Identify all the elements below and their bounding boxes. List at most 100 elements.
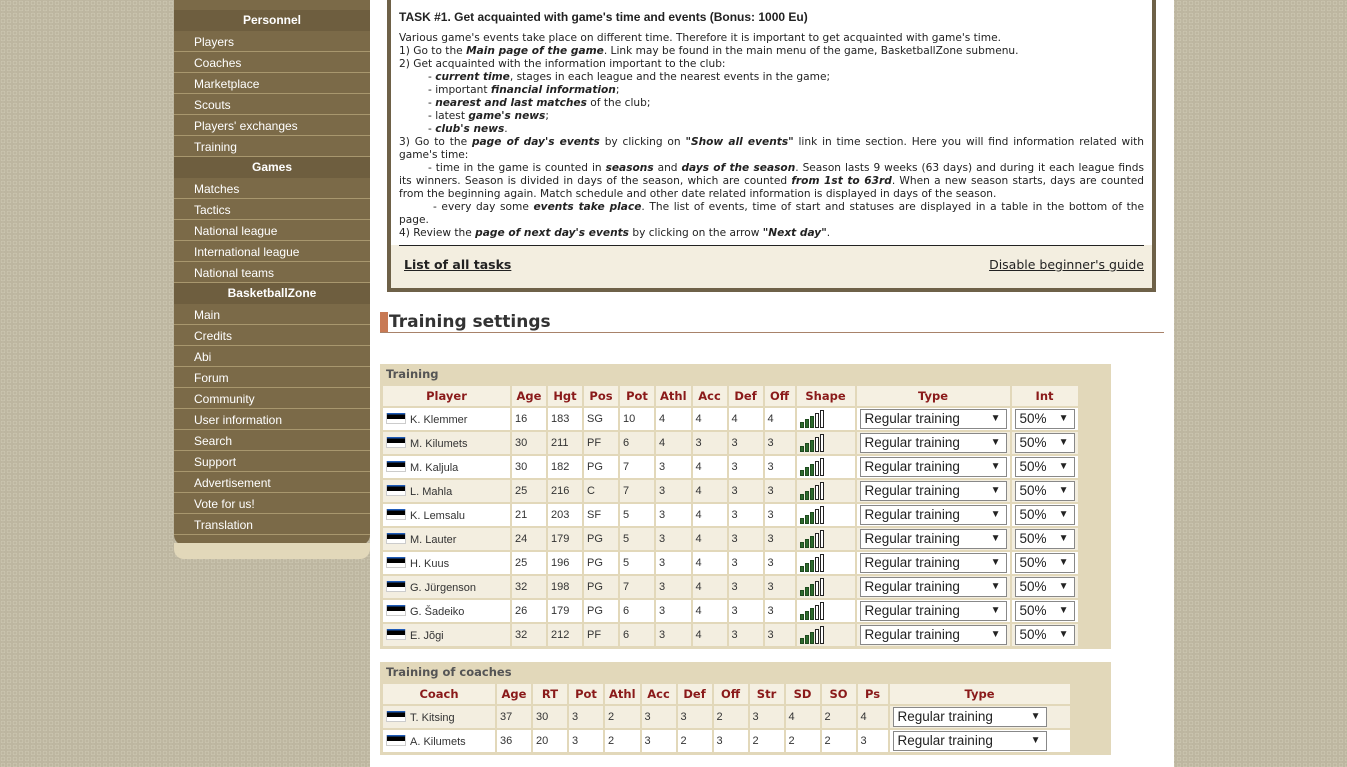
sidebar-item-players[interactable]: Players	[174, 31, 370, 52]
sidebar-item-main[interactable]: Main	[174, 304, 370, 325]
column-header-def[interactable]: Def	[677, 684, 712, 704]
shape-bar	[804, 491, 809, 500]
training-type-select[interactable]: Regular training ▼	[859, 433, 1007, 453]
column-header-age[interactable]: Age	[512, 386, 546, 406]
shape-cell	[796, 600, 855, 622]
player-name[interactable]: H. Kuus	[410, 558, 449, 570]
column-header-off[interactable]: Off	[764, 386, 795, 406]
intensity-select[interactable]: 50% ▼	[1014, 625, 1075, 645]
cell-age: 16	[512, 408, 546, 430]
cell-pot: 7	[620, 456, 654, 478]
player-name[interactable]: K. Lemsalu	[410, 510, 465, 522]
sidebar-item-coaches[interactable]: Coaches	[174, 52, 370, 73]
sidebar-item-national-teams[interactable]: National teams	[174, 262, 370, 283]
disable-beginners-guide-link[interactable]: Disable beginner's guide	[989, 257, 1144, 272]
column-header-def[interactable]: Def	[728, 386, 763, 406]
column-header-type[interactable]: Type	[856, 386, 1010, 406]
sidebar-item-international-league[interactable]: International league	[174, 241, 370, 262]
cell-def: 3	[728, 624, 763, 646]
sidebar-item-training[interactable]: Training	[174, 136, 370, 157]
intensity-select[interactable]: 50% ▼	[1014, 457, 1075, 477]
cell-pos: C	[584, 480, 618, 502]
coach-training-type-select[interactable]: Regular training ▼	[892, 707, 1047, 727]
player-name[interactable]: G. Jürgenson	[410, 582, 476, 594]
column-header-age[interactable]: Age	[497, 684, 531, 704]
intensity-select[interactable]: 50% ▼	[1014, 553, 1075, 573]
player-name[interactable]: M. Lauter	[410, 534, 456, 546]
cell-ps: 4	[857, 706, 888, 728]
list-of-all-tasks-link[interactable]: List of all tasks	[404, 257, 511, 272]
intensity-select[interactable]: 50% ▼	[1014, 433, 1075, 453]
column-header-player[interactable]: Player	[383, 386, 510, 406]
training-type-select[interactable]: Regular training ▼	[859, 577, 1007, 597]
intensity-select[interactable]: 50% ▼	[1014, 529, 1075, 549]
column-header-int[interactable]: Int	[1011, 386, 1078, 406]
sidebar-item-support[interactable]: Support	[174, 451, 370, 472]
beginner-guide: TASK #1. Get acquainted with game's time…	[387, 0, 1156, 292]
training-type-select[interactable]: Regular training ▼	[859, 625, 1007, 645]
training-type-select[interactable]: Regular training ▼	[859, 457, 1007, 477]
shape-bar	[809, 512, 814, 524]
sidebar-item-advertisement[interactable]: Advertisement	[174, 472, 370, 493]
column-header-acc[interactable]: Acc	[692, 386, 727, 406]
column-header-shape[interactable]: Shape	[796, 386, 855, 406]
sidebar-item-abi[interactable]: Abi	[174, 346, 370, 367]
column-header-pot[interactable]: Pot	[569, 684, 603, 704]
training-type-select[interactable]: Regular training ▼	[859, 409, 1007, 429]
training-type-select[interactable]: Regular training ▼	[859, 553, 1007, 573]
sidebar-item-community[interactable]: Community	[174, 388, 370, 409]
sidebar-item-vote-for-us[interactable]: Vote for us!	[174, 493, 370, 514]
column-header-coach[interactable]: Coach	[383, 684, 495, 704]
column-header-ps[interactable]: Ps	[857, 684, 888, 704]
sidebar-item-credits[interactable]: Credits	[174, 325, 370, 346]
intensity-select[interactable]: 50% ▼	[1014, 505, 1075, 525]
player-name[interactable]: M. Kilumets	[410, 438, 467, 450]
column-header-hgt[interactable]: Hgt	[548, 386, 582, 406]
sidebar-item-matches[interactable]: Matches	[174, 178, 370, 199]
training-type-select[interactable]: Regular training ▼	[859, 481, 1007, 501]
chevron-down-icon: ▼	[990, 533, 1001, 544]
player-name[interactable]: K. Klemmer	[410, 414, 467, 426]
sidebar-item-forum[interactable]: Forum	[174, 367, 370, 388]
player-name[interactable]: E. Jõgi	[410, 630, 444, 642]
coach-name[interactable]: T. Kitsing	[410, 712, 455, 724]
training-type-select[interactable]: Regular training ▼	[859, 529, 1007, 549]
intensity-select[interactable]: 50% ▼	[1014, 481, 1075, 501]
column-header-sd[interactable]: SD	[785, 684, 820, 704]
column-header-rt[interactable]: RT	[533, 684, 567, 704]
column-header-off[interactable]: Off	[713, 684, 748, 704]
training-type-select[interactable]: Regular training ▼	[859, 601, 1007, 621]
sidebar-item-scouts[interactable]: Scouts	[174, 94, 370, 115]
sidebar-item-user-information[interactable]: User information	[174, 409, 370, 430]
estonia-flag-icon	[386, 580, 406, 592]
intensity-select[interactable]: 50% ▼	[1014, 601, 1075, 621]
intensity-select[interactable]: 50% ▼	[1014, 409, 1075, 429]
column-header-athl[interactable]: Athl	[605, 684, 640, 704]
sidebar-item-tactics[interactable]: Tactics	[174, 199, 370, 220]
player-name[interactable]: G. Šadeiko	[410, 606, 464, 618]
column-header-so[interactable]: SO	[821, 684, 856, 704]
cell-pos: SG	[584, 408, 618, 430]
column-header-pos[interactable]: Pos	[584, 386, 618, 406]
column-header-acc[interactable]: Acc	[641, 684, 676, 704]
column-header-athl[interactable]: Athl	[656, 386, 691, 406]
cell-pos: PF	[584, 432, 618, 454]
column-header-str[interactable]: Str	[749, 684, 784, 704]
sidebar-item-search[interactable]: Search	[174, 430, 370, 451]
sidebar-item-players-exchanges[interactable]: Players' exchanges	[174, 115, 370, 136]
player-name[interactable]: M. Kaljula	[410, 462, 458, 474]
column-header-pot[interactable]: Pot	[620, 386, 654, 406]
player-cell: M. Kilumets	[383, 432, 510, 454]
column-header-type[interactable]: Type	[889, 684, 1070, 704]
main-content: TASK #1. Get acquainted with game's time…	[370, 0, 1174, 767]
estonia-flag-icon	[386, 460, 406, 472]
player-name[interactable]: L. Mahla	[410, 486, 452, 498]
training-type-select[interactable]: Regular training ▼	[859, 505, 1007, 525]
sidebar-item-national-league[interactable]: National league	[174, 220, 370, 241]
sidebar-item-translation[interactable]: Translation	[174, 514, 370, 535]
intensity-select[interactable]: 50% ▼	[1014, 577, 1075, 597]
coach-name[interactable]: A. Kilumets	[410, 736, 466, 748]
coach-training-type-select[interactable]: Regular training ▼	[892, 731, 1047, 751]
cell-def: 3	[728, 552, 763, 574]
sidebar-item-marketplace[interactable]: Marketplace	[174, 73, 370, 94]
